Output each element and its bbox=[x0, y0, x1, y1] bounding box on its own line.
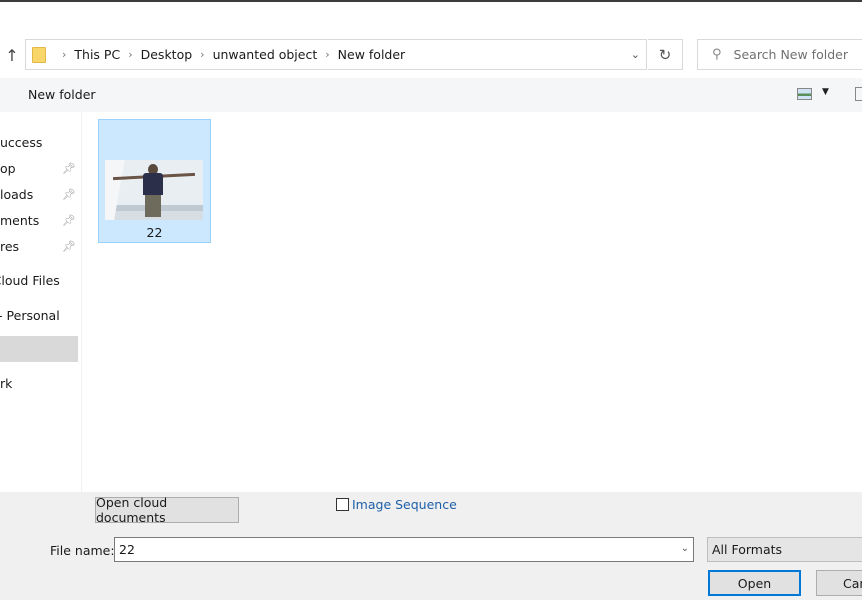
image-sequence-label[interactable]: Image Sequence bbox=[352, 497, 457, 512]
nav-item-label: loads bbox=[0, 186, 34, 202]
arrow-up-icon: ↑ bbox=[5, 45, 19, 65]
preview-pane-icon[interactable] bbox=[855, 87, 862, 101]
thumbnail-sail bbox=[105, 160, 127, 220]
file-name-value: 22 bbox=[119, 542, 135, 557]
nav-item-label: rk bbox=[0, 375, 13, 391]
nav-item-onedrive[interactable]: ve - Personal bbox=[0, 302, 80, 328]
pin-icon: 📌︎ bbox=[62, 161, 76, 175]
chevron-right-icon: › bbox=[325, 48, 330, 61]
view-dropdown-icon[interactable]: ▼ bbox=[822, 87, 829, 97]
nav-item-label: ments bbox=[0, 212, 40, 228]
thumbnail-legs bbox=[145, 195, 161, 217]
address-bar[interactable]: › This PC › Desktop › unwanted object › … bbox=[25, 39, 647, 70]
file-type-value: All Formats bbox=[712, 542, 783, 557]
file-name-input[interactable]: 22 ⌄ bbox=[114, 537, 694, 562]
address-row: ↑ › This PC › Desktop › unwanted object … bbox=[0, 38, 862, 72]
thumbnail-body bbox=[143, 173, 163, 195]
search-input[interactable]: ⚲ Search New folder bbox=[697, 39, 862, 70]
file-list: 22 bbox=[83, 112, 862, 492]
chevron-right-icon: › bbox=[62, 48, 67, 61]
chevron-down-icon[interactable]: ⌄ bbox=[631, 48, 640, 61]
nav-item-documents[interactable]: ments 📌︎ bbox=[0, 207, 80, 233]
file-name-label: 22 bbox=[146, 225, 163, 240]
nav-item-pictures[interactable]: res 📌︎ bbox=[0, 233, 80, 259]
nav-item-desktop[interactable]: op 📌︎ bbox=[0, 155, 80, 181]
command-bar: New folder ▼ bbox=[0, 78, 862, 112]
nav-item-network[interactable]: rk bbox=[0, 370, 80, 396]
up-button[interactable]: ↑ bbox=[2, 44, 22, 66]
search-icon: ⚲ bbox=[712, 47, 722, 62]
breadcrumb-desktop[interactable]: Desktop bbox=[141, 47, 193, 62]
pin-icon: 📌︎ bbox=[62, 239, 76, 253]
nav-item-this-pc[interactable] bbox=[0, 336, 78, 362]
refresh-button[interactable]: ↻ bbox=[648, 39, 683, 70]
cancel-button[interactable]: Cancel bbox=[816, 570, 862, 596]
nav-item-quick-access[interactable]: uccess bbox=[0, 129, 80, 155]
breadcrumb-unwanted-object[interactable]: unwanted object bbox=[213, 47, 318, 62]
chevron-right-icon: › bbox=[200, 48, 205, 61]
nav-item-label: res bbox=[0, 238, 20, 254]
nav-item-label: e Cloud Files bbox=[0, 272, 60, 288]
new-folder-button[interactable]: New folder bbox=[28, 87, 96, 102]
file-item[interactable]: 22 bbox=[98, 119, 211, 243]
change-view-icon[interactable] bbox=[797, 88, 812, 100]
open-cloud-documents-button[interactable]: Open cloud documents bbox=[95, 495, 239, 525]
window-top-border bbox=[0, 0, 862, 2]
nav-item-label: uccess bbox=[0, 134, 43, 150]
refresh-icon: ↻ bbox=[658, 45, 672, 64]
nav-item-label: ve - Personal bbox=[0, 307, 60, 323]
image-sequence-checkbox[interactable] bbox=[336, 498, 349, 511]
file-name-label: File name: bbox=[50, 543, 115, 558]
nav-item-label: op bbox=[0, 160, 16, 176]
nav-item-creative-cloud-files[interactable]: e Cloud Files bbox=[0, 267, 80, 293]
pin-icon: 📌︎ bbox=[62, 213, 76, 227]
nav-item-downloads[interactable]: loads 📌︎ bbox=[0, 181, 80, 207]
open-button[interactable]: Open bbox=[708, 570, 801, 596]
breadcrumb-this-pc[interactable]: This PC bbox=[74, 47, 120, 62]
image-thumbnail bbox=[105, 160, 203, 220]
search-placeholder: Search New folder bbox=[733, 47, 848, 62]
navigation-pane: uccess op 📌︎ loads 📌︎ ments 📌︎ res 📌︎ e Clou… bbox=[0, 112, 82, 492]
breadcrumb-new-folder[interactable]: New folder bbox=[338, 47, 406, 62]
chevron-right-icon: › bbox=[128, 48, 133, 61]
pin-icon: 📌︎ bbox=[62, 187, 76, 201]
chevron-down-icon[interactable]: ⌄ bbox=[681, 543, 689, 554]
breadcrumb: › This PC › Desktop › unwanted object › … bbox=[54, 47, 405, 62]
file-type-select[interactable]: All Formats bbox=[707, 537, 862, 562]
dialog-footer: Open cloud documents Image Sequence File… bbox=[0, 492, 862, 600]
folder-icon bbox=[32, 46, 46, 63]
image-sequence-option[interactable]: Image Sequence bbox=[336, 497, 457, 512]
